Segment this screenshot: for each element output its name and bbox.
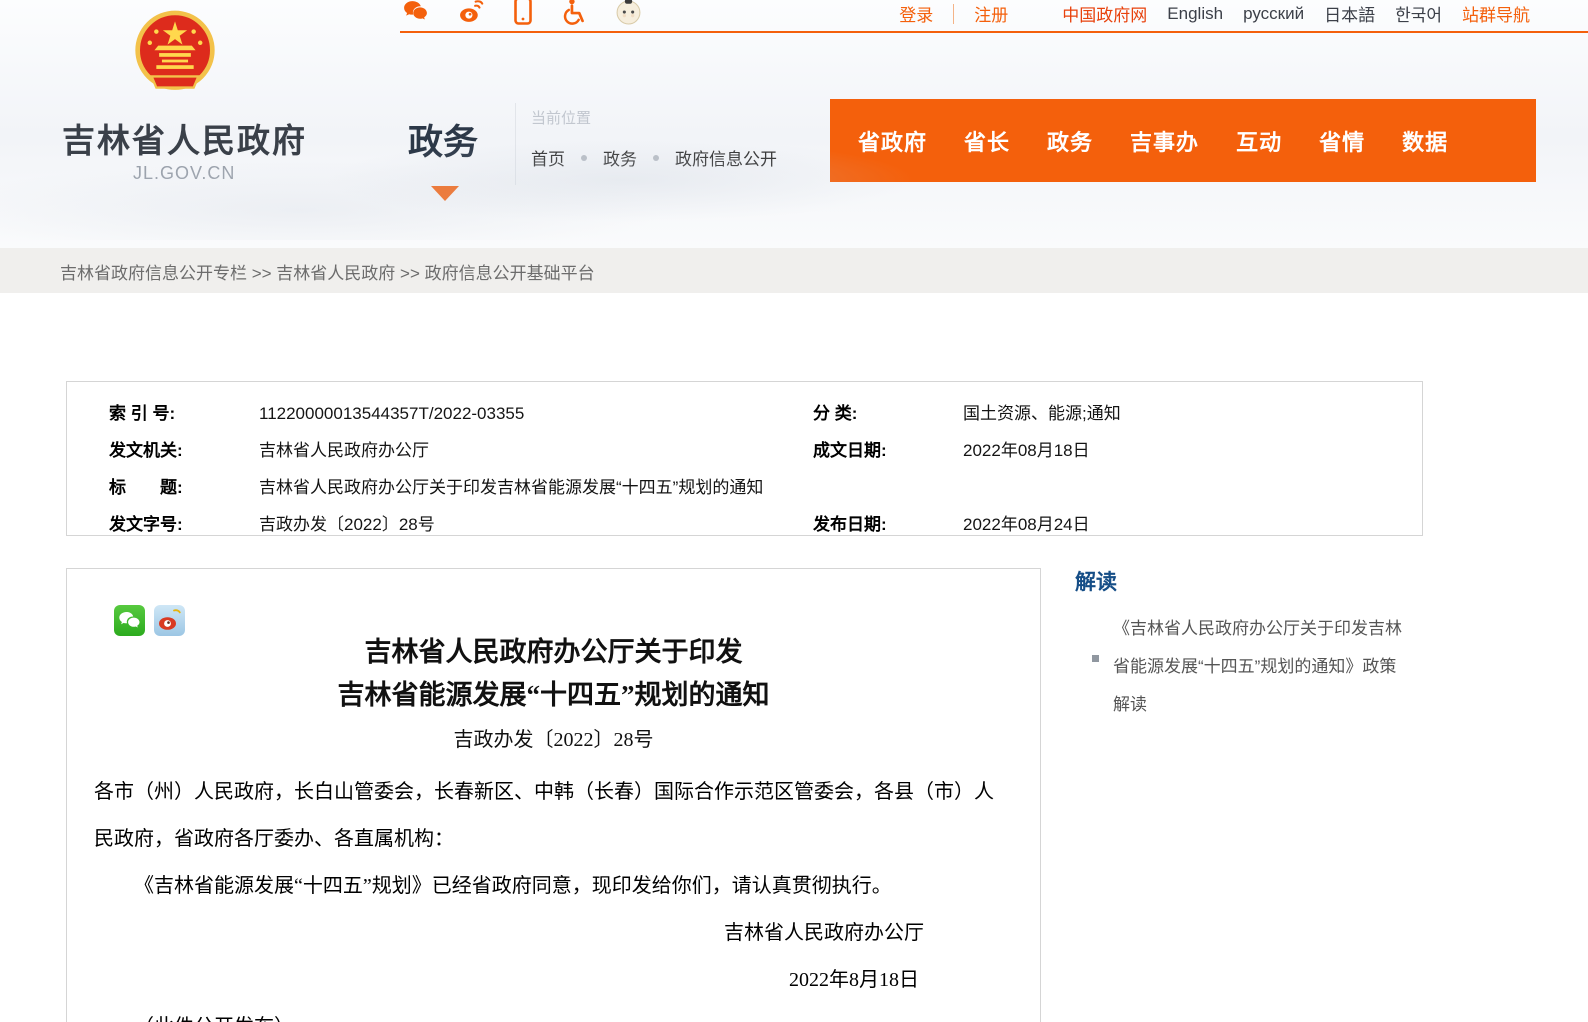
breadcrumb-zhengwu[interactable]: 政务 xyxy=(603,145,637,170)
topbar-divider-line xyxy=(400,31,1588,33)
page: 登录 注册 中国政府网 English русский 日本語 한국어 站群导航 xyxy=(0,0,1588,1022)
document-body: 各市（州）人民政府，长白山管委会，长春新区、中韩（长春）国际合作示范区管委会，各… xyxy=(67,769,1040,1022)
site-name[interactable]: 吉林省人民政府 xyxy=(62,114,307,162)
main-nav: 省政府 省长 政务 吉事办 互动 省情 数据 xyxy=(830,99,1536,182)
meta-written-date-value: 2022年08月18日 xyxy=(963,436,1412,461)
document-paragraph: 《吉林省能源发展“十四五”规划》已经省政府同意，现印发给你们，请认真贯彻执行。 xyxy=(94,863,1013,910)
russian-link[interactable]: русский xyxy=(1243,4,1304,24)
document-title-line1: 吉林省人民政府办公厅关于印发 xyxy=(67,631,1040,674)
wechat-icon[interactable] xyxy=(402,0,429,25)
mobile-icon[interactable] xyxy=(514,0,532,25)
meta-index-label: 索 引 号: xyxy=(109,399,259,424)
english-link[interactable]: English xyxy=(1167,4,1223,24)
interpretation-link[interactable]: 《吉林省人民政府办公厅关于印发吉林省能源发展“十四五”规划的通知》政策解读 xyxy=(1092,610,1413,724)
meta-issuing-org-label: 发文机关: xyxy=(109,436,259,461)
weibo-icon[interactable] xyxy=(458,0,485,25)
meta-title-value: 吉林省人民政府办公厅关于印发吉林省能源发展“十四五”规划的通知 xyxy=(259,473,1412,498)
section-pointer-triangle-icon xyxy=(431,186,459,201)
nav-provincial-government[interactable]: 省政府 xyxy=(858,125,927,157)
share-weibo-icon[interactable] xyxy=(154,605,185,636)
square-bullet-icon xyxy=(1092,655,1099,662)
topbar-social-icons xyxy=(402,0,642,25)
meta-category-value: 国土资源、能源;通知 xyxy=(963,399,1412,424)
meta-issuing-org-value: 吉林省人民政府办公厅 xyxy=(259,436,813,461)
nav-governor[interactable]: 省长 xyxy=(964,125,1010,157)
site-group-nav-link[interactable]: 站群导航 xyxy=(1462,1,1530,26)
document-content-box: 吉林省人民政府办公厅关于印发 吉林省能源发展“十四五”规划的通知 吉政办发〔20… xyxy=(66,568,1041,1022)
elderly-mode-icon[interactable] xyxy=(615,0,642,25)
site-domain: JL.GOV.CN xyxy=(133,163,235,184)
signature-date: 2022年8月18日 xyxy=(94,957,1013,1004)
nav-province-profile[interactable]: 省情 xyxy=(1319,125,1365,157)
public-release-note: （此件公开发布） xyxy=(94,1004,1013,1022)
interpretation-title: 解读 xyxy=(1075,566,1445,596)
nav-jishiban[interactable]: 吉事办 xyxy=(1130,125,1199,157)
national-emblem-logo[interactable] xyxy=(133,8,217,105)
breadcrumb: 首页 政务 政府信息公开 xyxy=(531,145,777,170)
interpretation-link-text: 《吉林省人民政府办公厅关于印发吉林省能源发展“十四五”规划的通知》政策解读 xyxy=(1113,619,1402,714)
document-title-line2: 吉林省能源发展“十四五”规划的通知 xyxy=(67,674,1040,717)
share-buttons xyxy=(114,605,185,636)
topbar-links: 登录 注册 中国政府网 English русский 日本語 한국어 站群导航 xyxy=(899,1,1530,26)
meta-index-value: 11220000013544357T/2022-03355 xyxy=(259,404,813,424)
platform-breadcrumb-bar: 吉林省政府信息公开专栏 >> 吉林省人民政府 >> 政府信息公开基础平台 xyxy=(0,248,1588,293)
meta-publish-date-value: 2022年08月24日 xyxy=(963,510,1412,535)
section-title: 政务 xyxy=(408,114,478,165)
japanese-link[interactable]: 日本語 xyxy=(1324,1,1375,26)
breadcrumb-info-disclosure[interactable]: 政府信息公开 xyxy=(675,145,777,170)
login-register-divider xyxy=(953,4,954,24)
gov-cn-link[interactable]: 中国政府网 xyxy=(1062,1,1147,26)
header-vertical-divider xyxy=(515,103,516,185)
korean-link[interactable]: 한국어 xyxy=(1395,1,1442,26)
share-wechat-icon[interactable] xyxy=(114,605,145,636)
login-link[interactable]: 登录 xyxy=(899,1,933,26)
meta-publish-date-label: 发布日期: xyxy=(813,510,963,535)
document-metadata-box: 索 引 号: 11220000013544357T/2022-03355 分 类… xyxy=(66,381,1423,536)
nav-interaction[interactable]: 互动 xyxy=(1236,125,1282,157)
meta-doc-number-value: 吉政办发〔2022〕28号 xyxy=(259,510,813,535)
breadcrumb-dot-icon xyxy=(581,155,587,161)
site-header: 登录 注册 中国政府网 English русский 日本語 한국어 站群导航 xyxy=(0,0,1588,248)
document-number: 吉政办发〔2022〕28号 xyxy=(67,725,1040,755)
meta-doc-number-label: 发文字号: xyxy=(109,510,259,535)
register-link[interactable]: 注册 xyxy=(974,1,1008,26)
breadcrumb-dot-icon xyxy=(653,155,659,161)
interpretation-panel: 解读 《吉林省人民政府办公厅关于印发吉林省能源发展“十四五”规划的通知》政策解读 xyxy=(1075,566,1445,724)
platform-breadcrumb-text: 吉林省政府信息公开专栏 >> 吉林省人民政府 >> 政府信息公开基础平台 xyxy=(60,259,595,284)
document-title: 吉林省人民政府办公厅关于印发 吉林省能源发展“十四五”规划的通知 xyxy=(67,631,1040,717)
current-location-label: 当前位置 xyxy=(531,107,591,128)
breadcrumb-home[interactable]: 首页 xyxy=(531,145,565,170)
meta-written-date-label: 成文日期: xyxy=(813,436,963,461)
meta-category-label: 分 类: xyxy=(813,399,963,424)
official-document: 吉林省人民政府办公厅关于印发 吉林省能源发展“十四五”规划的通知 吉政办发〔20… xyxy=(67,569,1040,1022)
accessibility-icon[interactable] xyxy=(561,0,586,25)
nav-zhengwu[interactable]: 政务 xyxy=(1047,125,1093,157)
nav-data[interactable]: 数据 xyxy=(1402,125,1448,157)
signature-organization: 吉林省人民政府办公厅 xyxy=(94,910,1013,957)
meta-title-label: 标 题: xyxy=(109,473,259,498)
document-paragraph: 各市（州）人民政府，长白山管委会，长春新区、中韩（长春）国际合作示范区管委会，各… xyxy=(94,769,1013,863)
